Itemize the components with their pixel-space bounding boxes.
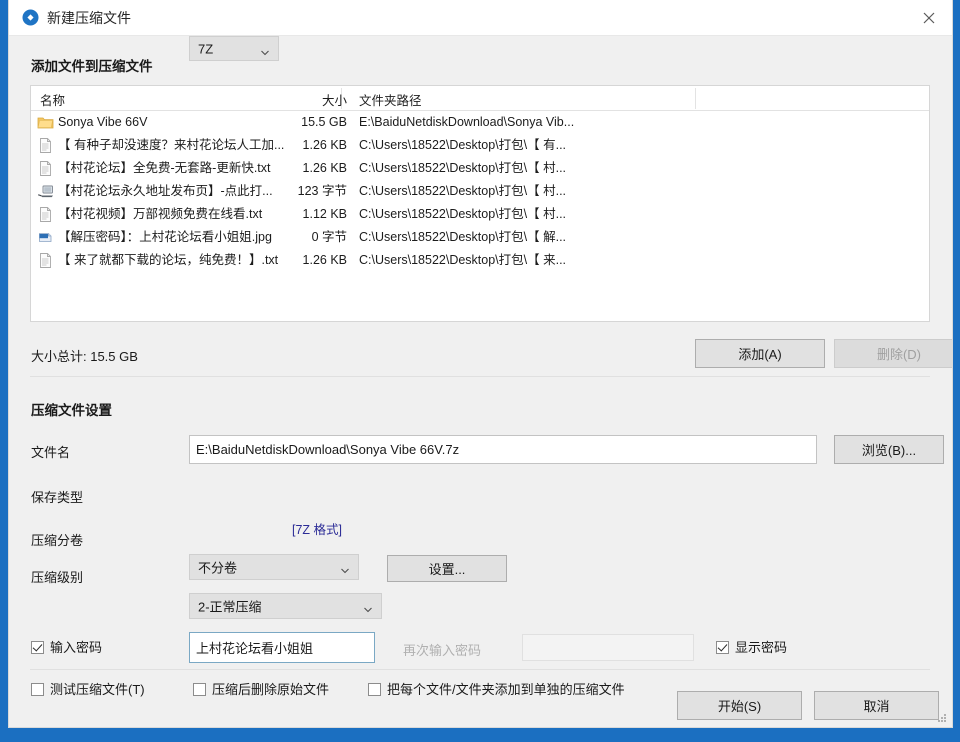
delete-button: 删除(D) [834,339,952,368]
level-value: 2-正常压缩 [198,599,262,615]
file-list-rows: Sonya Vibe 66V 15.5 GB E:\BaiduNetdiskDo… [31,111,929,272]
text-file-icon [37,160,54,177]
volume-select[interactable]: 不分卷 [189,554,359,580]
divider [30,376,930,377]
password-confirm-label: 再次输入密码 [403,643,482,658]
file-path: C:\Users\18522\Desktop\打包\【 解... [359,230,567,244]
cancel-button[interactable]: 取消 [814,691,939,720]
table-row[interactable]: 【村花论坛】全免费-无套路-更新快.txt 1.26 KB C:\Users\1… [31,157,929,180]
close-icon [923,12,935,23]
delete-original-label: 压缩后删除原始文件 [212,682,330,697]
checkbox-box [716,641,729,654]
file-path: C:\Users\18522\Desktop\打包\【 村... [359,207,567,221]
volume-label: 压缩分卷 [31,533,84,548]
table-row[interactable]: 【村花论坛永久地址发布页】-点此打... 123 字节 C:\Users\185… [31,180,929,203]
column-header-name[interactable]: 名称 [40,90,65,109]
text-file-icon [37,137,54,154]
table-row[interactable]: 【 来了就都下载的论坛，纯免费！】.txt 1.26 KB C:\Users\1… [31,249,929,272]
folder-icon [37,114,54,131]
text-file-icon [37,206,54,223]
title-bar: 新建压缩文件 [9,0,952,36]
file-path: C:\Users\18522\Desktop\打包\【 村... [359,184,567,198]
table-row[interactable]: 【 有种子却没速度？来村花论坛人工加... 1.26 KB C:\Users\1… [31,134,929,157]
divider [30,669,930,670]
file-size: 1.26 KB [302,253,347,267]
new-archive-dialog: 新建压缩文件 添加文件到压缩文件 名称 大小 文件夹路径 Sonya Vibe … [8,0,953,728]
total-size-label: 大小总计: 15.5 GB [31,349,138,364]
level-select[interactable]: 2-正常压缩 [189,593,382,619]
file-size: 15.5 GB [301,115,347,129]
text-file-icon [37,252,54,269]
savetype-value: 7Z [198,41,214,56]
add-button[interactable]: 添加(A) [695,339,825,368]
file-size: 1.26 KB [302,161,347,175]
password-confirm-input [522,634,694,661]
show-password-checkbox[interactable]: 显示密码 [716,640,787,655]
savetype-select[interactable]: 7Z [189,36,279,61]
table-row[interactable]: 【村花视频】万部视频免费在线看.txt 1.12 KB C:\Users\185… [31,203,929,226]
file-list-header: 名称 大小 文件夹路径 [31,86,929,111]
chevron-down-icon [363,602,372,613]
file-path: C:\Users\18522\Desktop\打包\【 村... [359,161,567,175]
internet-shortcut-icon [37,183,54,200]
separate-archive-checkbox[interactable]: 把每个文件/文件夹添加到单独的压缩文件 [368,682,625,697]
password-input[interactable] [189,632,375,663]
table-row[interactable]: Sonya Vibe 66V 15.5 GB E:\BaiduNetdiskDo… [31,111,929,134]
delete-original-checkbox[interactable]: 压缩后删除原始文件 [193,682,329,697]
column-header-size[interactable]: 大小 [262,90,347,109]
checkbox-box [193,683,206,696]
format-link[interactable]: [7Z 格式] [292,519,342,538]
table-row[interactable]: 【解压密码】：上村花论坛看小姐姐.jpg 0 字节 C:\Users\18522… [31,226,929,249]
close-button[interactable] [906,0,952,35]
volume-value: 不分卷 [198,560,238,576]
screen: 新建压缩文件 添加文件到压缩文件 名称 大小 文件夹路径 Sonya Vibe … [0,0,960,742]
level-label: 压缩级别 [31,570,84,585]
test-archive-label: 测试压缩文件(T) [50,682,145,697]
file-size: 123 字节 [297,184,347,198]
resize-grip[interactable] [935,711,947,723]
password-checkbox[interactable]: 输入密码 [31,640,102,655]
window-title: 新建压缩文件 [47,10,131,26]
image-file-icon [37,229,54,246]
chevron-down-icon [340,563,349,574]
file-size: 1.12 KB [302,207,347,221]
filename-input[interactable] [189,435,817,464]
file-list[interactable]: 名称 大小 文件夹路径 Sonya Vibe 66V 15.5 GB E:\Ba… [30,85,930,322]
savetype-label: 保存类型 [31,490,84,505]
settings-button[interactable]: 设置... [387,555,507,582]
start-button[interactable]: 开始(S) [677,691,802,720]
file-path: C:\Users\18522\Desktop\打包\【 来... [359,253,567,267]
chevron-down-icon [260,44,269,55]
filename-label: 文件名 [31,445,71,460]
column-header-path[interactable]: 文件夹路径 [359,90,422,109]
file-size: 1.26 KB [302,138,347,152]
checkbox-box [31,641,44,654]
password-checkbox-label: 输入密码 [50,640,103,655]
checkbox-box [368,683,381,696]
file-path: C:\Users\18522\Desktop\打包\【 有... [359,138,567,152]
section-title-archive-settings: 压缩文件设置 [31,403,112,418]
separate-archive-label: 把每个文件/文件夹添加到单独的压缩文件 [387,682,625,697]
file-size: 0 字节 [311,230,347,244]
test-archive-checkbox[interactable]: 测试压缩文件(T) [31,682,145,697]
column-separator [695,88,696,109]
checkbox-box [31,683,44,696]
section-title-add-files: 添加文件到压缩文件 [31,59,153,74]
show-password-label: 显示密码 [735,640,788,655]
dialog-body: 添加文件到压缩文件 名称 大小 文件夹路径 Sonya Vibe 66V 15.… [9,36,952,727]
file-path: E:\BaiduNetdiskDownload\Sonya Vib... [359,115,575,129]
browse-button[interactable]: 浏览(B)... [834,435,944,464]
archive-icon [22,9,39,26]
